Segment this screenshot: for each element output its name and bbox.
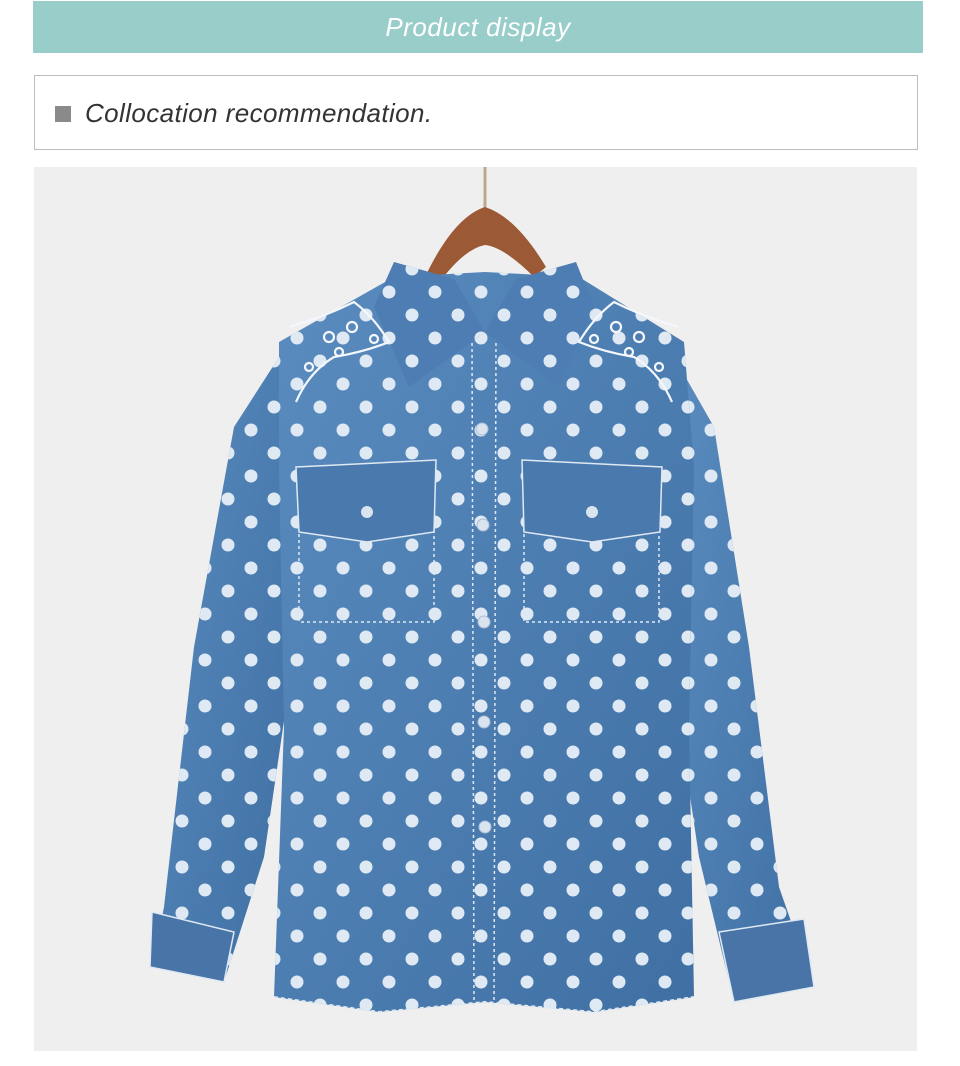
right-cuff: [718, 918, 815, 1003]
hanger: [426, 207, 546, 283]
product-photo: [34, 167, 917, 1051]
square-bullet-icon: [55, 106, 71, 122]
subheading-text: Collocation recommendation.: [85, 98, 433, 128]
section-subheading: Collocation recommendation.: [34, 75, 918, 150]
banner-title: Product display: [385, 11, 571, 42]
section-banner: Product display: [33, 1, 923, 53]
